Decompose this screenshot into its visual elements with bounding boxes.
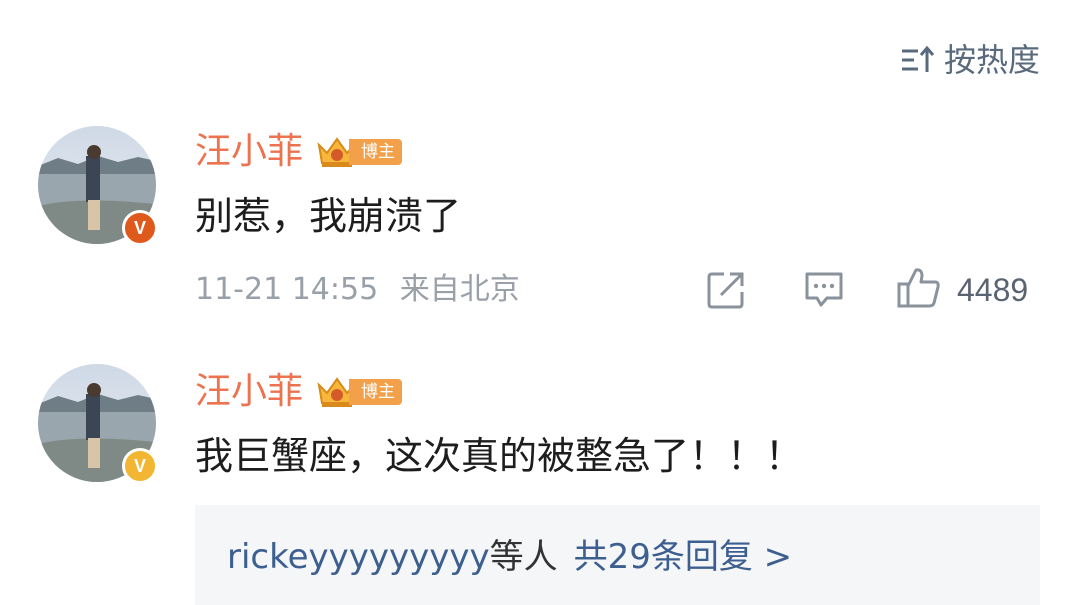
sort-label: 按热度 <box>943 41 1040 79</box>
share-icon[interactable] <box>706 270 746 310</box>
comment-meta: 11-21 14:55 来自北京 <box>195 270 520 310</box>
reply-suffix: 等人 <box>489 537 558 577</box>
avatar[interactable]: V <box>38 364 158 484</box>
comment-icon[interactable] <box>803 270 845 310</box>
username-link[interactable]: 汪小菲 <box>195 370 303 414</box>
view-replies-link[interactable]: 共29条回复 > <box>574 537 793 577</box>
sort-icon <box>901 45 934 72</box>
like-count: 4489 <box>957 272 1029 308</box>
verified-badge-icon: V <box>122 448 158 484</box>
name-row: 汪小菲 博主 <box>195 370 403 414</box>
sort-by-hotness-button[interactable]: 按热度 <box>900 40 1040 80</box>
comment-text: 我巨蟹座，这次真的被整急了！！！ <box>195 434 804 478</box>
replies-summary[interactable]: rickeyyyyyyyyy等人 共29条回复 > <box>227 535 792 579</box>
avatar[interactable]: V <box>38 126 158 246</box>
reply-user-link[interactable]: rickeyyyyyyyyy <box>227 537 490 577</box>
blogger-badge: 博主 <box>315 375 403 409</box>
comment-location: 来自北京 <box>399 272 520 307</box>
comment-text: 别惹，我崩溃了 <box>195 194 462 238</box>
name-row: 汪小菲 博主 <box>195 130 403 174</box>
username-link[interactable]: 汪小菲 <box>195 130 303 174</box>
verified-badge-icon: V <box>122 210 158 246</box>
comment-time: 11-21 14:55 <box>195 272 379 307</box>
replies-preview[interactable]: rickeyyyyyyyyy等人 共29条回复 > <box>195 505 1040 605</box>
like-icon[interactable] <box>896 266 942 310</box>
blogger-tag: 博主 <box>349 139 403 165</box>
blogger-tag: 博主 <box>349 379 403 405</box>
blogger-badge: 博主 <box>315 135 403 169</box>
